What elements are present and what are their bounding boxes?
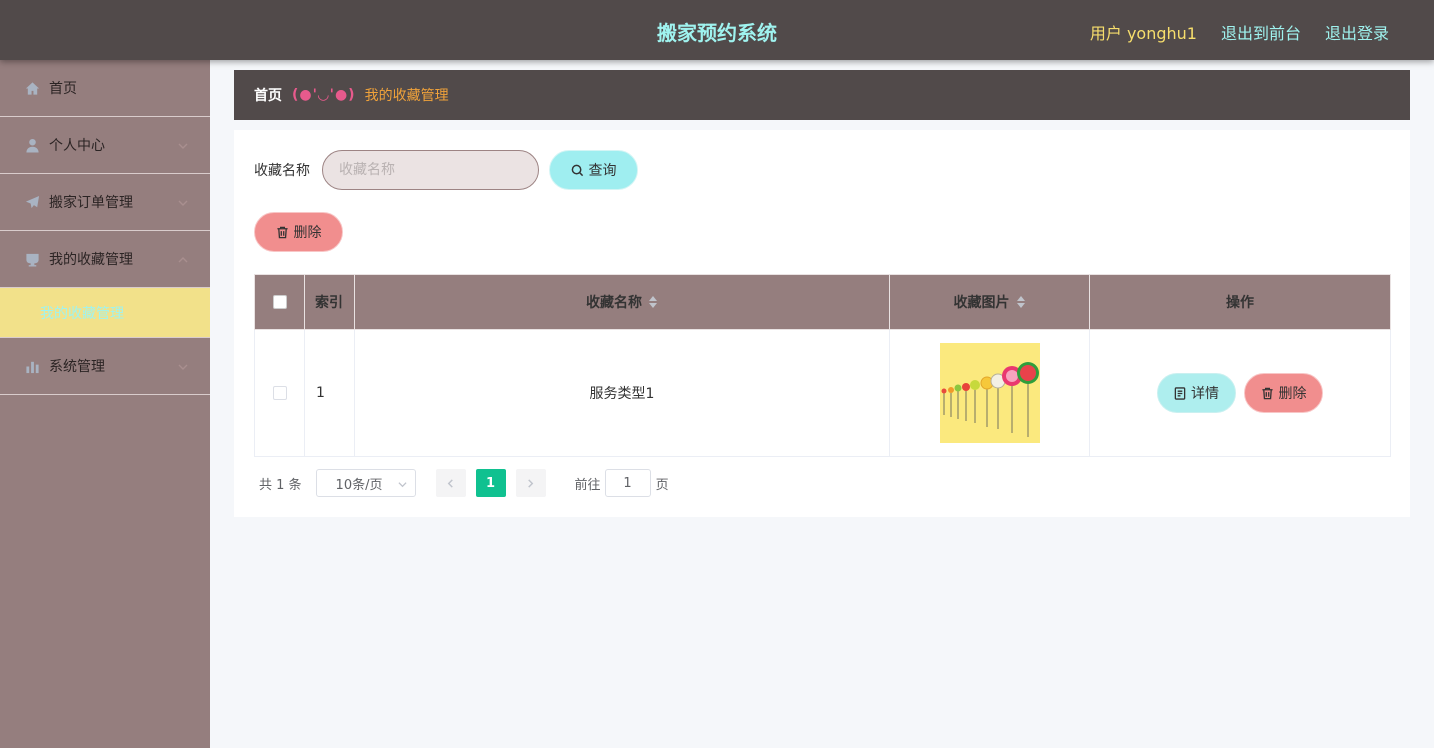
goto-label: 前往 — [574, 477, 601, 493]
select-all-checkbox[interactable] — [272, 295, 287, 309]
goto-page-input[interactable] — [604, 469, 651, 497]
chevron-down-icon — [178, 360, 188, 370]
favorites-table: 索引 收藏名称 收藏图片 操作 1 服务类型1 详情 删除 — [254, 274, 1391, 457]
sidebar-item-personal-center[interactable]: 个人中心 — [0, 117, 210, 174]
chevron-down-icon — [178, 196, 188, 206]
cup-icon — [24, 251, 40, 267]
detail-button-label: 详情 — [1191, 386, 1219, 402]
row-delete-button[interactable]: 删除 — [1244, 373, 1323, 413]
logout-link[interactable]: 退出登录 — [1325, 20, 1389, 44]
page-size-select[interactable]: 10条/页 — [315, 469, 416, 497]
sidebar-item-label: 我的收藏管理 — [49, 252, 133, 268]
back-to-frontend-link[interactable]: 退出到前台 — [1221, 20, 1301, 44]
send-icon — [24, 194, 40, 210]
sidebar: 首页 个人中心 搬家订单管理 我的收藏管理 我的收藏管理 系统管理 — [0, 60, 210, 748]
batch-delete-button[interactable]: 删除 — [254, 212, 343, 252]
row-select-cell — [254, 329, 305, 457]
row-delete-label: 删除 — [1278, 386, 1307, 402]
trash-icon — [1261, 387, 1273, 399]
breadcrumb: 首页 (●'◡'●) 我的收藏管理 — [234, 70, 1410, 120]
select-all-cell — [254, 274, 305, 330]
breadcrumb-separator: (●'◡'●) — [292, 87, 356, 103]
favorite-name-search-input[interactable] — [322, 150, 539, 190]
chevron-down-icon — [398, 482, 407, 488]
row-index: 1 — [304, 329, 355, 457]
search-icon — [571, 164, 583, 176]
trash-icon — [276, 226, 288, 238]
breadcrumb-current: 我的收藏管理 — [364, 88, 449, 104]
sidebar-item-home[interactable]: 首页 — [0, 60, 210, 117]
column-header-name-label: 收藏名称 — [586, 295, 642, 311]
sidebar-item-moving-orders[interactable]: 搬家订单管理 — [0, 174, 210, 231]
query-button-label: 查询 — [588, 163, 617, 179]
chevron-up-icon — [178, 253, 188, 263]
user-icon — [24, 137, 40, 153]
row-favorite-name: 服务类型1 — [354, 329, 890, 457]
page-size-value: 10条/页 — [335, 477, 383, 493]
chevron-down-icon — [178, 139, 188, 149]
column-header-index: 索引 — [304, 274, 355, 330]
search-label: 收藏名称 — [254, 163, 310, 179]
top-bar: 搬家预约系统 用户 yonghu1 退出到前台 退出登录 — [0, 0, 1434, 60]
table-header-row: 索引 收藏名称 收藏图片 操作 — [254, 274, 1391, 330]
home-icon — [24, 80, 40, 96]
batch-delete-label: 删除 — [293, 225, 322, 241]
table-row: 1 服务类型1 详情 删除 — [254, 329, 1391, 457]
column-header-image[interactable]: 收藏图片 — [889, 274, 1090, 330]
chart-icon — [24, 358, 40, 374]
next-page-button[interactable] — [515, 469, 546, 497]
column-header-name[interactable]: 收藏名称 — [354, 274, 890, 330]
breadcrumb-home[interactable]: 首页 — [254, 85, 282, 105]
detail-button[interactable]: 详情 — [1157, 373, 1236, 413]
main-panel: 收藏名称 查询 删除 索引 收藏名称 收藏图片 操作 1 服 — [234, 130, 1410, 517]
pagination: 共 1 条 10条/页 1 前往 页 — [259, 469, 669, 497]
sidebar-item-label: 系统管理 — [49, 359, 105, 375]
favorite-image[interactable] — [939, 343, 1040, 443]
row-checkbox[interactable] — [272, 386, 287, 400]
page-suffix-label: 页 — [655, 477, 669, 493]
row-actions-cell: 详情 删除 — [1089, 329, 1391, 457]
sidebar-item-system-management[interactable]: 系统管理 — [0, 338, 210, 395]
top-right-links: 用户 yonghu1 退出到前台 退出登录 — [1090, 20, 1389, 44]
pagination-total: 共 1 条 — [259, 477, 302, 493]
prev-page-button[interactable] — [435, 469, 466, 497]
sidebar-item-my-favorites[interactable]: 我的收藏管理 — [0, 231, 210, 288]
column-header-image-label: 收藏图片 — [953, 295, 1010, 311]
document-icon — [1174, 386, 1186, 400]
page-number-current[interactable]: 1 — [475, 469, 506, 497]
sort-caret-icon[interactable] — [648, 295, 658, 309]
chevron-right-icon — [528, 478, 534, 488]
sidebar-subitem-my-favorites[interactable]: 我的收藏管理 — [0, 288, 210, 338]
column-header-actions: 操作 — [1089, 274, 1391, 330]
sidebar-item-label: 首页 — [49, 81, 77, 97]
sort-caret-icon[interactable] — [1016, 295, 1026, 309]
current-user-label: 用户 yonghu1 — [1089, 24, 1197, 43]
query-button[interactable]: 查询 — [549, 150, 638, 190]
search-form: 收藏名称 查询 — [254, 150, 638, 190]
sidebar-item-label: 个人中心 — [49, 138, 105, 154]
row-image-cell — [889, 329, 1090, 457]
chevron-left-icon — [447, 478, 453, 488]
sidebar-item-label: 搬家订单管理 — [49, 195, 133, 211]
